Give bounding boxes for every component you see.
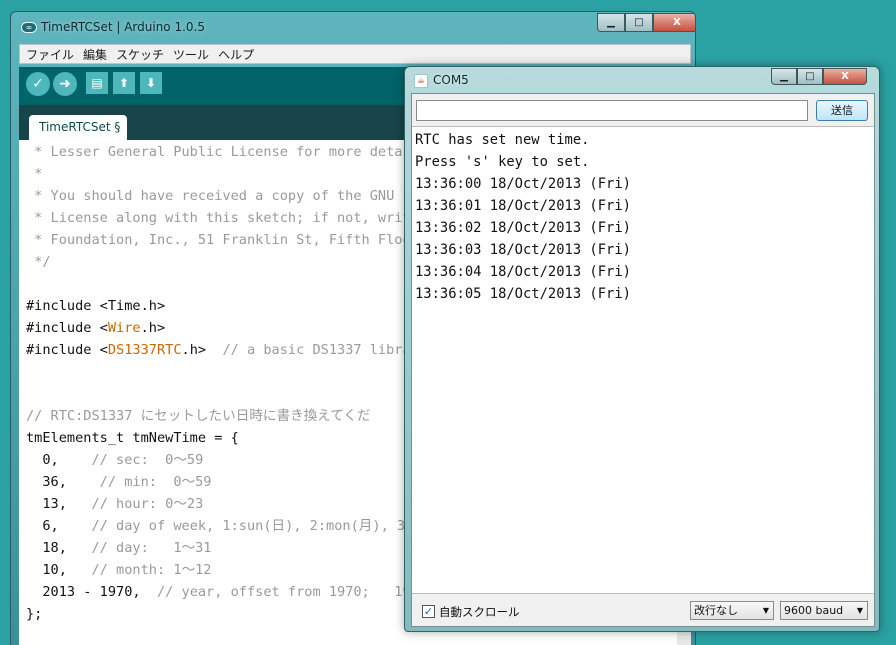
code-token: // year, offset from 1970; 197 [156, 584, 419, 600]
serial-window-title: COM5 [433, 73, 469, 87]
code-line: 10, // month: 1〜12 [26, 559, 211, 581]
code-line: * Foundation, Inc., 51 Franklin St, Fift… [26, 229, 411, 251]
code-line: */ [26, 251, 51, 273]
code-token: #include < [26, 342, 108, 358]
chevron-down-icon: ▼ [762, 606, 769, 615]
code-line: * Lesser General Public License for more… [26, 141, 411, 163]
line-ending-value: 改行なし [694, 604, 738, 617]
code-token: * License along with this sketch; if not… [26, 210, 419, 226]
serial-maximize-button[interactable]: □ [797, 68, 823, 85]
menu-edit[interactable]: 編集 [83, 46, 107, 63]
code-token: DS1337RTC [107, 342, 182, 358]
code-line: tmElements_t tmNewTime = { [26, 427, 239, 449]
code-token: // day: 1〜31 [91, 540, 212, 556]
maximize-button[interactable]: □ [625, 13, 653, 32]
serial-output-line: 13:36:03 18/Oct/2013 (Fri) [415, 242, 631, 258]
code-token: .h> [140, 320, 166, 336]
code-line: 6, // day of week, 1:sun(日), 2:mon(月), 3… [26, 515, 413, 537]
serial-output[interactable]: RTC has set new time. Press 's' key to se… [412, 126, 874, 594]
menu-file[interactable]: ファイル [26, 46, 74, 63]
code-line: * [26, 163, 42, 185]
serial-minimize-button[interactable]: ▁ [771, 68, 797, 85]
code-token: * You should have received a copy of the… [26, 188, 419, 204]
menu-bar: ファイル 編集 スケッチ ツール ヘルプ [19, 44, 691, 64]
serial-monitor-window: ☕ COM5 ▁ □ X 送信 RTC has set new time. Pre… [404, 66, 880, 632]
code-token: // month: 1〜12 [91, 562, 212, 578]
verify-icon[interactable]: ✓ [26, 72, 50, 96]
code-line: * You should have received a copy of the… [26, 185, 419, 207]
code-token: 36, [26, 474, 100, 490]
code-line: }; [26, 603, 42, 625]
serial-output-line: 13:36:00 18/Oct/2013 (Fri) [415, 176, 631, 192]
code-token: // RTC:DS1337 にセットしたい日時に書き換えてくだ [26, 408, 371, 424]
code-token: 0, [26, 452, 92, 468]
serial-footer: ✓ 自動スクロール 改行なし ▼ 9600 baud ▼ [412, 596, 874, 626]
code-token: }; [26, 606, 43, 622]
code-token: */ [26, 254, 51, 270]
send-button[interactable]: 送信 [816, 100, 868, 121]
ide-window-title: TimeRTCSet | Arduino 1.0.5 [41, 20, 205, 34]
code-line: #include <Wire.h> [26, 317, 165, 339]
code-token: #include < [26, 320, 108, 336]
ide-window-controls: ▁ □ X [597, 13, 695, 32]
upload-arrow-icon[interactable]: ➜ [53, 72, 77, 96]
serial-output-line: 13:36:02 18/Oct/2013 (Fri) [415, 220, 631, 236]
serial-titlebar[interactable]: ☕ COM5 ▁ □ X [405, 67, 879, 93]
code-token: 18, [26, 540, 92, 556]
serial-output-line: 13:36:05 18/Oct/2013 (Fri) [415, 286, 631, 302]
close-button[interactable]: X [653, 13, 695, 32]
code-line: 0, // sec: 0〜59 [26, 449, 203, 471]
serial-send-input[interactable] [416, 100, 808, 121]
code-line: * License along with this sketch; if not… [26, 207, 419, 229]
baud-rate-select[interactable]: 9600 baud ▼ [780, 601, 868, 620]
code-token: * [26, 166, 43, 182]
arduino-infinity-icon: ∞ [21, 22, 37, 33]
code-token: // a basic DS1337 librar [222, 342, 419, 358]
code-line: 18, // day: 1〜31 [26, 537, 211, 559]
code-token: #include <Time.h> [26, 298, 166, 314]
code-token: .h> [181, 342, 223, 358]
code-token: // hour: 0〜23 [91, 496, 204, 512]
code-line: 36, // min: 0〜59 [26, 471, 211, 493]
serial-output-line: 13:36:04 18/Oct/2013 (Fri) [415, 264, 631, 280]
line-ending-select[interactable]: 改行なし ▼ [690, 601, 774, 620]
code-token: tmElements_t tmNewTime = { [26, 430, 239, 446]
code-token: Wire [107, 320, 141, 336]
menu-tools[interactable]: ツール [173, 46, 209, 63]
code-line: // RTC:DS1337 にセットしたい日時に書き換えてくだ [26, 405, 371, 427]
open-up-arrow-icon[interactable]: ⬆ [113, 72, 135, 94]
serial-window-controls: ▁ □ X [771, 68, 867, 85]
code-line: 13, // hour: 0〜23 [26, 493, 203, 515]
autoscroll-label: 自動スクロール [439, 605, 520, 619]
code-line: 2013 - 1970, // year, offset from 1970; … [26, 581, 419, 603]
new-file-icon[interactable]: ▤ [86, 72, 108, 94]
code-token: 10, [26, 562, 92, 578]
code-token: // day of week, 1:sun(日), 2:mon(月), 3: [91, 518, 414, 534]
code-token: * Lesser General Public License for more… [26, 144, 411, 160]
tab-timertcset[interactable]: TimeRTCSet § [29, 115, 127, 140]
menu-sketch[interactable]: スケッチ [116, 46, 164, 63]
baud-rate-value: 9600 baud [784, 604, 844, 617]
code-line: #include <Time.h> [26, 295, 165, 317]
serial-output-line: RTC has set new time. [415, 132, 590, 148]
serial-output-line: 13:36:01 18/Oct/2013 (Fri) [415, 198, 631, 214]
serial-body: 送信 RTC has set new time. Press 's' key to… [411, 93, 875, 627]
ide-titlebar[interactable]: ∞ TimeRTCSet | Arduino 1.0.5 ▁ □ X [11, 12, 695, 42]
code-line: #include <DS1337RTC.h> // a basic DS1337… [26, 339, 419, 361]
code-token: 2013 - 1970, [26, 584, 157, 600]
code-token: // min: 0〜59 [99, 474, 212, 490]
menu-help[interactable]: ヘルプ [218, 46, 254, 63]
code-token: 6, [26, 518, 92, 534]
code-token: 13, [26, 496, 92, 512]
chevron-down-icon: ▼ [856, 606, 863, 615]
serial-close-button[interactable]: X [823, 68, 867, 85]
code-token: * Foundation, Inc., 51 Franklin St, Fift… [26, 232, 411, 248]
code-token: // sec: 0〜59 [91, 452, 204, 468]
autoscroll-checkbox[interactable]: ✓ [422, 605, 435, 618]
java-cup-icon: ☕ [414, 74, 428, 88]
serial-output-line: Press 's' key to set. [415, 154, 590, 170]
save-down-arrow-icon[interactable]: ⬇ [140, 72, 162, 94]
minimize-button[interactable]: ▁ [597, 13, 625, 32]
